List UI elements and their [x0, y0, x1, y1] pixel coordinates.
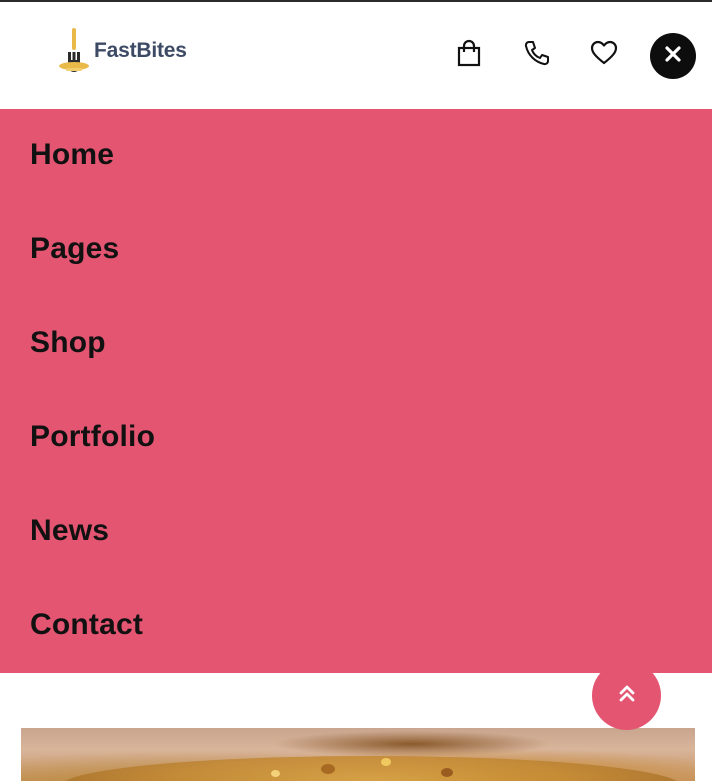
phone-icon[interactable]	[522, 38, 552, 68]
menu-item-shop[interactable]: Shop	[30, 323, 106, 363]
close-icon	[665, 45, 681, 67]
mobile-nav-menu: Home Pages Shop Portfolio News Contact	[0, 109, 712, 673]
menu-item-portfolio[interactable]: Portfolio	[30, 417, 155, 457]
fork-plate-icon	[58, 28, 92, 74]
site-header: FastBites	[0, 2, 712, 109]
close-menu-button[interactable]	[650, 33, 696, 79]
brand-logo[interactable]: FastBites	[58, 28, 187, 74]
scroll-to-top-button[interactable]	[592, 661, 661, 730]
hero-food-image	[21, 728, 695, 781]
brand-name: FastBites	[94, 39, 187, 62]
menu-item-contact[interactable]: Contact	[30, 605, 143, 645]
menu-item-home[interactable]: Home	[30, 135, 114, 175]
menu-item-news[interactable]: News	[30, 511, 109, 551]
heart-icon[interactable]	[589, 38, 619, 68]
shopping-bag-icon[interactable]	[454, 38, 484, 68]
menu-item-pages[interactable]: Pages	[30, 229, 119, 269]
double-chevron-up-icon	[617, 683, 637, 708]
